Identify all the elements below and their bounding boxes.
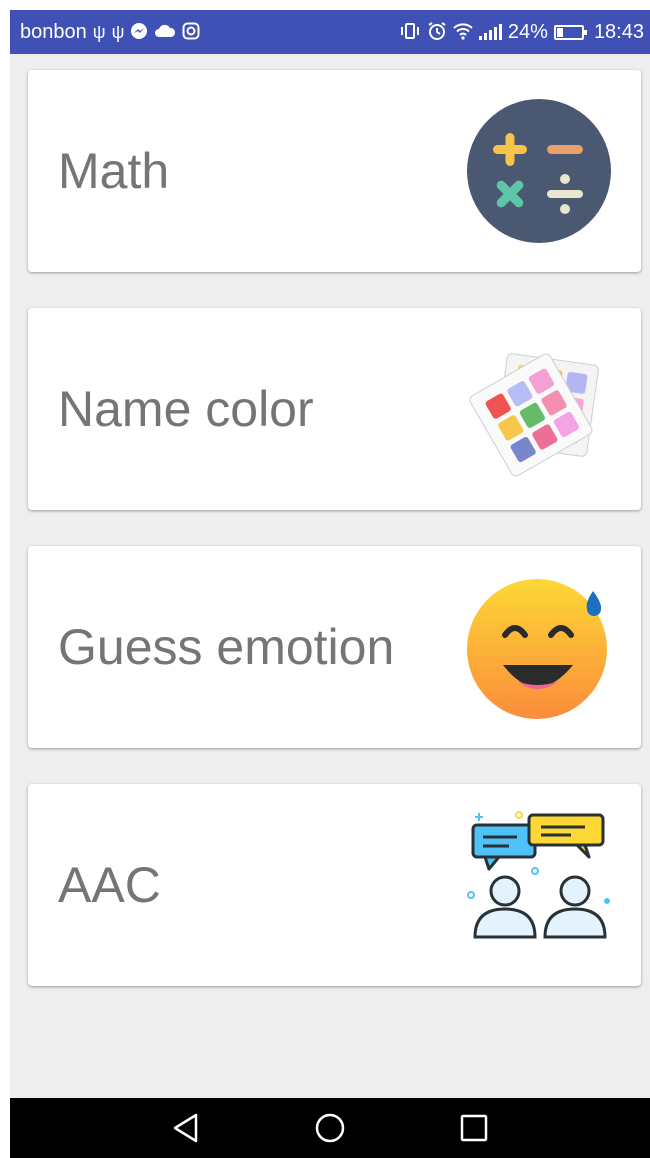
- card-label: Name color: [58, 381, 314, 437]
- app-screen: bonbon ψ ψ 24% 18:43 Math Name color Gue…: [10, 10, 650, 1158]
- clock: 18:43: [593, 20, 644, 43]
- activity-list: Math Name color Guess emotion AAC: [28, 70, 641, 1022]
- carrier-name: bonbon: [20, 20, 87, 43]
- aac-card[interactable]: AAC: [28, 784, 641, 986]
- recents-icon[interactable]: [447, 1101, 501, 1155]
- status-bar-left: bonbon ψ ψ: [20, 21, 200, 44]
- card-label: AAC: [58, 857, 161, 913]
- usb-icon: ψ: [92, 22, 106, 42]
- navigation-bar: [10, 1098, 650, 1158]
- smiling-sweat-emoji-icon: [465, 573, 613, 721]
- card-label: Math: [58, 143, 170, 199]
- math-operations-icon: [465, 97, 613, 245]
- color-cards-icon: [465, 335, 613, 483]
- back-icon[interactable]: [159, 1101, 213, 1155]
- wifi-icon: [453, 22, 473, 43]
- instagram-icon: [182, 22, 200, 43]
- messenger-icon: [130, 22, 148, 43]
- alarm-icon: [427, 21, 447, 44]
- people-chat-icon: [465, 811, 613, 959]
- status-bar-right: 24% 18:43: [399, 21, 644, 44]
- guess-emotion-card[interactable]: Guess emotion: [28, 546, 641, 748]
- usb-icon: ψ: [111, 22, 125, 42]
- cloud-icon: [154, 23, 176, 41]
- battery-percent: 24%: [507, 20, 548, 43]
- signal-icon: [478, 24, 502, 40]
- home-icon[interactable]: [303, 1101, 357, 1155]
- vibrate-icon: [399, 22, 421, 43]
- status-bar: bonbon ψ ψ 24% 18:43: [10, 10, 650, 54]
- name-color-card[interactable]: Name color: [28, 308, 641, 510]
- battery-charging-icon: [553, 24, 587, 40]
- math-card[interactable]: Math: [28, 70, 641, 272]
- card-label: Guess emotion: [58, 619, 395, 675]
